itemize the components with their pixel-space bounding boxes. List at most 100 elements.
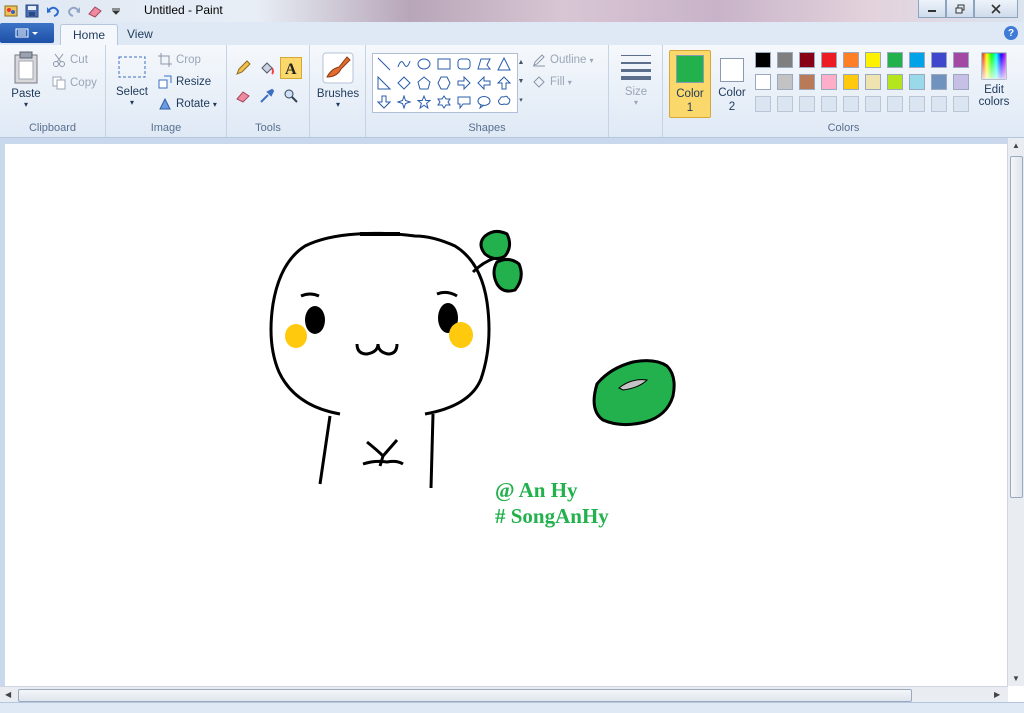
- palette-swatch[interactable]: [931, 52, 947, 68]
- paint-app-icon[interactable]: [2, 2, 20, 20]
- palette-swatch[interactable]: [843, 74, 859, 90]
- custom-color-slot[interactable]: [887, 96, 903, 112]
- rounded-rectangle-shape-icon[interactable]: [455, 55, 473, 73]
- color-picker-tool[interactable]: [256, 85, 278, 107]
- palette-swatch[interactable]: [821, 52, 837, 68]
- palette-swatch[interactable]: [909, 52, 925, 68]
- custom-color-slot[interactable]: [821, 96, 837, 112]
- palette-swatch[interactable]: [909, 74, 925, 90]
- eraser-quick-icon[interactable]: [86, 2, 104, 20]
- scroll-right-arrow[interactable]: ▶: [994, 690, 1000, 699]
- close-button[interactable]: [974, 0, 1018, 18]
- palette-swatch[interactable]: [887, 74, 903, 90]
- palette-swatch[interactable]: [799, 74, 815, 90]
- color1-button[interactable]: Color 1: [669, 50, 711, 118]
- palette-swatch[interactable]: [953, 74, 969, 90]
- line-shape-icon[interactable]: [375, 55, 393, 73]
- edit-colors-label: Edit: [984, 84, 1004, 96]
- edit-colors-button[interactable]: Edit colors: [974, 51, 1014, 108]
- brushes-button[interactable]: Brushes ▾: [314, 51, 362, 109]
- text-tool[interactable]: A: [280, 57, 302, 79]
- save-icon[interactable]: [23, 2, 41, 20]
- outline-button[interactable]: Outline ▾: [532, 53, 593, 67]
- polygon-shape-icon[interactable]: [475, 55, 493, 73]
- vertical-scroll-thumb[interactable]: [1010, 156, 1023, 498]
- pencil-tool[interactable]: [232, 57, 254, 79]
- palette-swatch[interactable]: [865, 74, 881, 90]
- paint-menu-button[interactable]: [0, 23, 54, 43]
- four-point-star-icon[interactable]: [395, 93, 413, 111]
- palette-swatch[interactable]: [843, 52, 859, 68]
- fill-tool[interactable]: [256, 57, 278, 79]
- custom-color-slot[interactable]: [777, 96, 793, 112]
- tab-home[interactable]: Home: [60, 24, 119, 45]
- clipboard-group: Paste ▾ Cut Copy Clipboard: [0, 45, 106, 137]
- palette-swatch[interactable]: [953, 52, 969, 68]
- magnifier-tool[interactable]: [280, 85, 302, 107]
- cut-button[interactable]: Cut: [52, 53, 88, 67]
- right-triangle-shape-icon[interactable]: [375, 74, 393, 92]
- horizontal-scrollbar[interactable]: ◀ ▶: [0, 686, 1008, 703]
- custom-color-slot[interactable]: [755, 96, 771, 112]
- resize-button[interactable]: Resize: [158, 75, 211, 89]
- palette-swatch[interactable]: [777, 52, 793, 68]
- tab-view[interactable]: View: [115, 24, 165, 44]
- customize-dropdown-icon[interactable]: [107, 2, 125, 20]
- rectangular-callout-icon[interactable]: [455, 93, 473, 111]
- restore-button[interactable]: [946, 0, 974, 18]
- eraser-tool[interactable]: [232, 85, 254, 107]
- drawing-canvas[interactable]: @ An Hy # SongAnHy: [5, 144, 1008, 686]
- palette-swatch[interactable]: [755, 74, 771, 90]
- five-point-star-icon[interactable]: [415, 93, 433, 111]
- size-button[interactable]: Size ▾: [615, 51, 657, 107]
- minimize-button[interactable]: [918, 0, 946, 18]
- rotate-button[interactable]: Rotate ▾: [158, 97, 217, 111]
- palette-swatch[interactable]: [821, 74, 837, 90]
- palette-swatch[interactable]: [865, 52, 881, 68]
- horizontal-scroll-thumb[interactable]: [18, 689, 912, 702]
- hexagon-shape-icon[interactable]: [435, 74, 453, 92]
- outline-label: Outline: [550, 54, 587, 66]
- tools-group-label: Tools: [255, 122, 281, 134]
- color2-button[interactable]: Color 2: [713, 50, 751, 116]
- paste-button[interactable]: Paste ▾: [8, 51, 44, 109]
- curve-shape-icon[interactable]: [395, 55, 413, 73]
- redo-icon[interactable]: [65, 2, 83, 20]
- custom-color-slot[interactable]: [931, 96, 947, 112]
- six-point-star-icon[interactable]: [435, 93, 453, 111]
- up-arrow-shape-icon[interactable]: [495, 74, 513, 92]
- oval-shape-icon[interactable]: [415, 55, 433, 73]
- custom-color-slot[interactable]: [953, 96, 969, 112]
- fill-button[interactable]: Fill ▾: [532, 75, 572, 89]
- select-button[interactable]: Select ▾: [112, 53, 152, 107]
- left-arrow-shape-icon[interactable]: [475, 74, 493, 92]
- scroll-down-arrow[interactable]: ▼: [1012, 674, 1020, 683]
- status-bar: [0, 702, 1024, 713]
- custom-color-slot[interactable]: [865, 96, 881, 112]
- scroll-up-arrow[interactable]: ▲: [1012, 141, 1020, 150]
- oval-callout-icon[interactable]: [475, 93, 493, 111]
- vertical-scrollbar[interactable]: ▲ ▼: [1007, 138, 1024, 686]
- rectangle-shape-icon[interactable]: [435, 55, 453, 73]
- custom-color-slot[interactable]: [799, 96, 815, 112]
- palette-swatch[interactable]: [755, 52, 771, 68]
- brushes-dropdown-icon: ▾: [335, 100, 340, 109]
- scroll-left-arrow[interactable]: ◀: [5, 690, 11, 699]
- palette-swatch[interactable]: [887, 52, 903, 68]
- diamond-shape-icon[interactable]: [395, 74, 413, 92]
- custom-color-slot[interactable]: [909, 96, 925, 112]
- right-arrow-shape-icon[interactable]: [455, 74, 473, 92]
- triangle-shape-icon[interactable]: [495, 55, 513, 73]
- palette-swatch[interactable]: [777, 74, 793, 90]
- crop-button[interactable]: Crop: [158, 53, 201, 67]
- pentagon-shape-icon[interactable]: [415, 74, 433, 92]
- copy-button[interactable]: Copy: [52, 76, 97, 90]
- cloud-callout-icon[interactable]: [495, 93, 513, 111]
- palette-swatch[interactable]: [931, 74, 947, 90]
- down-arrow-shape-icon[interactable]: [375, 93, 393, 111]
- help-icon[interactable]: ?: [1004, 26, 1018, 40]
- custom-color-slot[interactable]: [843, 96, 859, 112]
- shapes-scroll[interactable]: ▲ ▼ ▾: [516, 53, 526, 111]
- palette-swatch[interactable]: [799, 52, 815, 68]
- undo-icon[interactable]: [44, 2, 62, 20]
